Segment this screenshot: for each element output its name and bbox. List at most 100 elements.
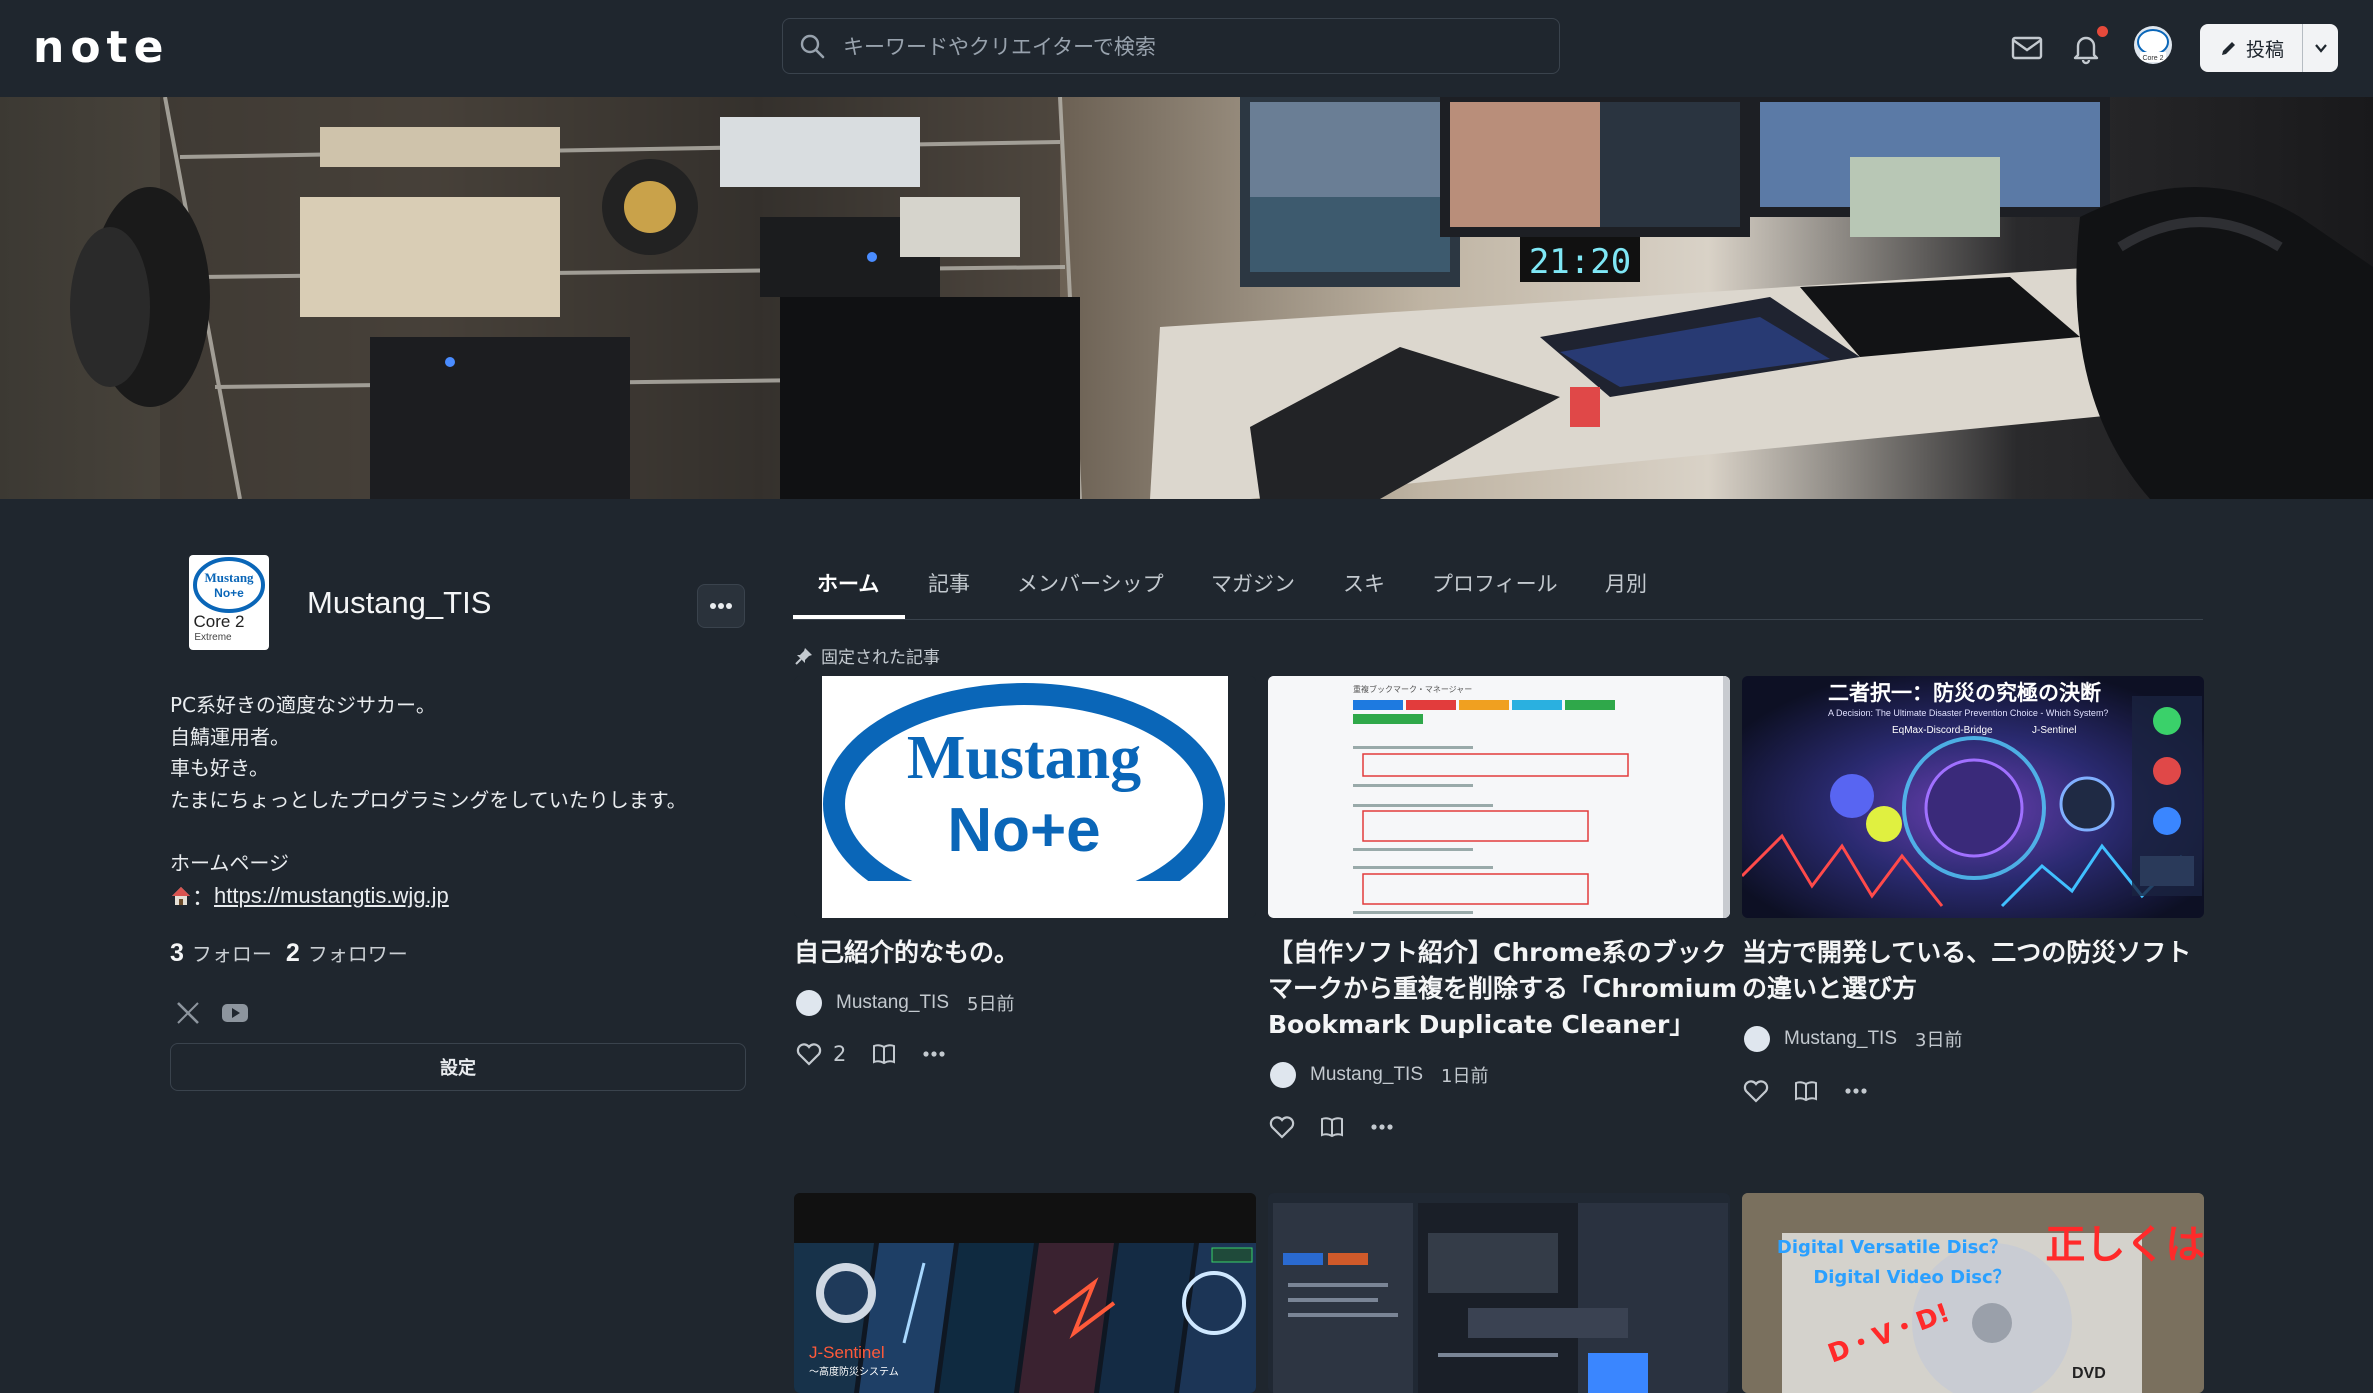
follower-link[interactable]: 2 フォロワー — [286, 938, 408, 968]
pin-icon — [795, 647, 812, 665]
homepage-line: ： https://mustangtis.wjg.jp — [170, 880, 449, 912]
magazine-add-icon[interactable] — [1318, 1113, 1346, 1141]
like-count-1: 2 — [833, 1042, 847, 1066]
profile-name[interactable]: Mustang_TIS — [307, 585, 491, 621]
card-author-1[interactable]: Mustang_TIS — [836, 992, 949, 1014]
card-thumbnail-1[interactable]: Mustang No+e — [794, 676, 1256, 918]
card6-thumb-text-2: Digital Video Disc？ — [1813, 1267, 2010, 1288]
search-input[interactable] — [841, 19, 1545, 75]
mail-icon[interactable] — [2009, 30, 2045, 66]
post-label: 投稿 — [2246, 38, 2285, 61]
search-icon — [800, 34, 825, 59]
card-thumbnail-6[interactable]: Digital Versatile Disc？ Digital Video Di… — [1742, 1193, 2204, 1393]
tab-monthly[interactable]: 月別 — [1605, 568, 1647, 598]
tab-likes[interactable]: スキ — [1343, 568, 1385, 598]
avatar-text-4: Extreme — [194, 632, 232, 643]
card-title-1[interactable]: 自己紹介的なもの。 — [794, 935, 1264, 971]
homepage-link[interactable]: https://mustangtis.wjg.jp — [214, 883, 449, 909]
follow-link[interactable]: 3 フォロー — [170, 938, 272, 968]
card-time-3: 3日前 — [1915, 1030, 1963, 1051]
pinned-text: 固定された記事 — [821, 648, 940, 668]
chevron-down-icon — [2314, 44, 2327, 53]
card6-thumb-text-1: Digital Versatile Disc？ — [1777, 1237, 2007, 1258]
notification-badge — [2097, 26, 2108, 37]
tab-home[interactable]: ホーム — [817, 568, 879, 598]
card-meta-2: Mustang_TIS 1日前 — [1270, 1062, 1488, 1088]
more-icon — [710, 603, 732, 609]
profile-bio: PC系好きの適度なジサカー。 自鯖運用者。 車も好き。 たまにちょっとしたプログ… — [170, 693, 687, 875]
profile-tabs: ホーム 記事 メンバーシップ マガジン スキ プロフィール 月別 — [793, 556, 2203, 620]
follower-count: 2 — [285, 939, 300, 967]
avatar-text-2: No+e — [214, 586, 244, 600]
card3-thumb-eqmax: EqMax-Discord-Bridge — [1892, 725, 1993, 736]
card3-thumb-jsentinel: J-Sentinel — [2032, 725, 2076, 736]
heart-icon[interactable] — [1268, 1113, 1296, 1141]
heart-icon[interactable] — [1742, 1077, 1770, 1105]
card3-thumb-sub: A Decision: The Ultimate Disaster Preven… — [1828, 708, 2108, 718]
card1-thumb-text-1: Mustang — [907, 724, 1141, 792]
follower-label: フォロワー — [307, 942, 408, 966]
pinned-label: 固定された記事 — [795, 643, 940, 668]
follow-stats: 3 フォロー 2 フォロワー — [170, 938, 408, 968]
heart-icon[interactable] — [795, 1040, 823, 1068]
magazine-add-icon[interactable] — [870, 1040, 898, 1068]
card-thumbnail-4[interactable]: J-Sentinel 〜高度防災システム — [794, 1193, 1256, 1393]
card1-thumb-text-2: No+e — [947, 796, 1100, 865]
card-actions-2 — [1268, 1113, 1418, 1141]
tab-membership[interactable]: メンバーシップ — [1017, 568, 1164, 598]
x-icon[interactable] — [173, 998, 203, 1028]
card-meta-1: Mustang_TIS 5日前 — [796, 990, 1014, 1016]
svg-text:Core 2: Core 2 — [2142, 55, 2163, 62]
svg-text:21:20: 21:20 — [1529, 242, 1631, 282]
card-time-1: 5日前 — [967, 994, 1015, 1015]
avatar-text-3: Core 2 — [193, 612, 244, 631]
card-thumbnail-3[interactable]: 二者択一：防災の究極の決断 A Decision: The Ultimate D… — [1742, 676, 2204, 918]
profile-banner: 21:20 — [0, 97, 2373, 499]
author-avatar[interactable] — [1744, 1026, 1770, 1052]
card-title-3[interactable]: 当方で開発している、二つの防災ソフトの違いと選び方 — [1742, 935, 2212, 1007]
profile-avatar[interactable]: Mustang No+e Core 2 Extreme — [189, 555, 269, 650]
card-thumbnail-2[interactable]: 重複ブックマーク・マネージャー — [1268, 676, 1730, 918]
profile-more-button[interactable] — [697, 584, 745, 628]
card-meta-3: Mustang_TIS 3日前 — [1744, 1026, 1962, 1052]
card6-thumb-text-3: 正しくは? — [2045, 1222, 2204, 1268]
follow-label: フォロー — [191, 942, 272, 966]
card-thumbnail-5[interactable] — [1268, 1193, 1730, 1393]
top-header: note Core 2 投稿 — [0, 0, 2373, 97]
search-box[interactable] — [782, 18, 1560, 75]
avatar-text-1: Mustang — [204, 570, 254, 585]
tab-magazine[interactable]: マガジン — [1211, 568, 1295, 598]
user-avatar[interactable]: Core 2 — [2134, 26, 2172, 64]
more-horizontal-icon[interactable] — [920, 1040, 948, 1068]
card3-thumb-title: 二者択一：防災の究極の決断 — [1828, 681, 2101, 705]
follow-count: 3 — [170, 939, 184, 967]
note-logo[interactable]: note — [33, 22, 169, 73]
card-actions-3 — [1742, 1077, 1892, 1105]
active-tab-indicator — [793, 615, 905, 619]
author-avatar[interactable] — [796, 990, 822, 1016]
tab-articles[interactable]: 記事 — [928, 568, 970, 598]
magazine-add-icon[interactable] — [1792, 1077, 1820, 1105]
banner-photo: 21:20 — [70, 97, 2373, 499]
house-icon — [172, 887, 190, 905]
author-avatar[interactable] — [1270, 1062, 1296, 1088]
pencil-icon — [2222, 42, 2235, 55]
card4-thumb-sub: 〜高度防災システム — [809, 1365, 899, 1378]
more-horizontal-icon[interactable] — [1842, 1077, 1870, 1105]
card2-thumb-text: 重複ブックマーク・マネージャー — [1353, 684, 1472, 694]
card-author-2[interactable]: Mustang_TIS — [1310, 1064, 1423, 1086]
youtube-icon[interactable] — [220, 998, 250, 1028]
card-time-2: 1日前 — [1441, 1066, 1489, 1087]
post-dropdown-button[interactable] — [2303, 40, 2338, 56]
tab-profile[interactable]: プロフィール — [1432, 568, 1558, 598]
card-title-2[interactable]: 【自作ソフト紹介】Chrome系のブックマークから重複を削除する「Chromiu… — [1268, 935, 1738, 1043]
more-horizontal-icon[interactable] — [1368, 1113, 1396, 1141]
card4-thumb-text: J-Sentinel — [809, 1343, 885, 1362]
post-main-button[interactable]: 投稿 — [2200, 24, 2303, 72]
card-author-3[interactable]: Mustang_TIS — [1784, 1028, 1897, 1050]
homepage-prefix: ： — [192, 886, 215, 911]
card-actions-1: 2 — [795, 1040, 970, 1068]
post-button[interactable]: 投稿 — [2200, 24, 2338, 72]
card6-thumb-text-5: DVD — [2072, 1365, 2106, 1382]
settings-button[interactable]: 設定 — [170, 1043, 746, 1091]
